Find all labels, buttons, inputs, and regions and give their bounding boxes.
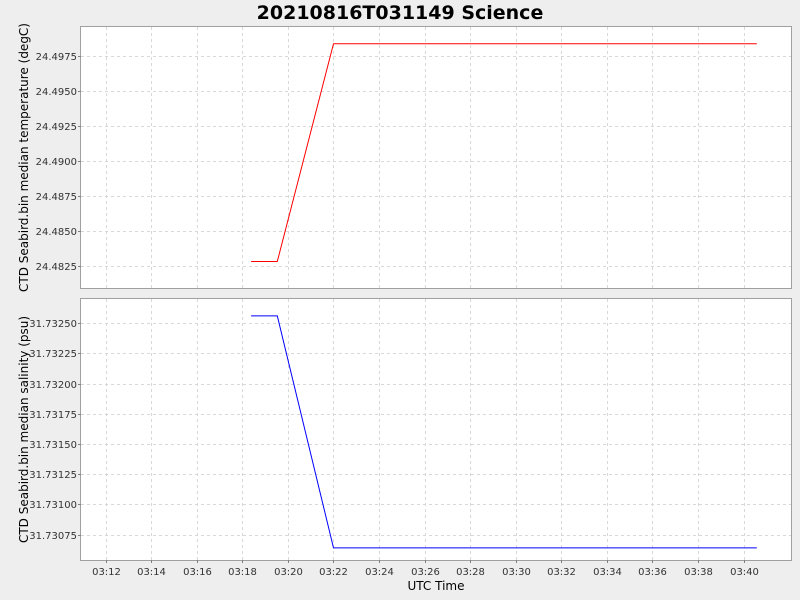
x-tick-label: 03:38 bbox=[684, 567, 713, 578]
y-tick-label: 31.73250 bbox=[29, 319, 77, 330]
temperature-plot-area bbox=[80, 26, 792, 289]
temperature-y-axis-label: CTD Seabird.bin median temperature (degC… bbox=[17, 23, 31, 292]
x-tick-label: 03:28 bbox=[456, 567, 485, 578]
x-axis-label: UTC Time bbox=[408, 579, 465, 593]
x-tick-label: 03:30 bbox=[502, 567, 531, 578]
y-tick-label: 31.73175 bbox=[29, 410, 77, 421]
x-tick-label: 03:22 bbox=[319, 567, 348, 578]
x-tick-label: 03:18 bbox=[228, 567, 257, 578]
x-tick-label: 03:12 bbox=[92, 567, 121, 578]
x-tick-label: 03:14 bbox=[137, 567, 166, 578]
y-tick-label: 24.4950 bbox=[36, 87, 77, 98]
y-tick-label: 31.73150 bbox=[29, 440, 77, 451]
y-tick-label: 24.4900 bbox=[36, 157, 77, 168]
x-tick-label: 03:40 bbox=[730, 567, 759, 578]
y-tick-label: 24.4925 bbox=[36, 122, 77, 133]
x-tick-label: 03:24 bbox=[365, 567, 394, 578]
y-tick-label: 31.73200 bbox=[29, 380, 77, 391]
y-tick-label: 31.73075 bbox=[29, 531, 77, 542]
x-tick-label: 03:16 bbox=[183, 567, 212, 578]
y-tick-label: 31.73225 bbox=[29, 349, 77, 360]
x-tick-label: 03:26 bbox=[411, 567, 440, 578]
y-tick-label: 24.4875 bbox=[36, 192, 77, 203]
temperature-panel: 24.4825 24.4850 24.4875 24.4900 24.4925 24.49… bbox=[17, 23, 792, 292]
y-tick-label: 24.4975 bbox=[36, 52, 77, 63]
y-tick-label: 31.73100 bbox=[29, 500, 77, 511]
figure: 20210816T031149 Science 24.482524.485024… bbox=[17, 2, 792, 593]
y-tick-label: 31.73125 bbox=[29, 470, 77, 481]
chart-title: 20210816T031149 Science bbox=[257, 2, 544, 24]
x-tick-label: 03:20 bbox=[274, 567, 303, 578]
y-tick-label: 24.4850 bbox=[36, 227, 77, 238]
x-tick-label: 03:36 bbox=[638, 567, 667, 578]
salinity-plot-area bbox=[80, 298, 792, 561]
salinity-y-axis-label: CTD Seabird.bin median salinity (psu) bbox=[17, 316, 31, 543]
x-tick-label: 03:34 bbox=[593, 567, 622, 578]
x-tick-label: 03:32 bbox=[547, 567, 576, 578]
salinity-panel: 31.73075 31.73100 31.73125 31.73150 31.73175… bbox=[17, 298, 792, 578]
y-tick-label: 24.4825 bbox=[36, 262, 77, 273]
